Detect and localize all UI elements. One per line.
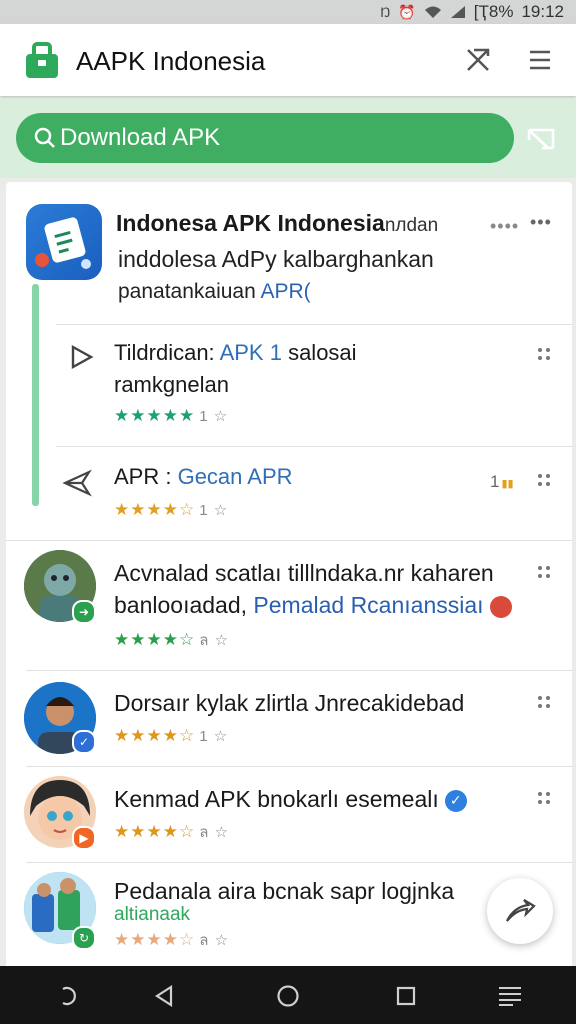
home-icon[interactable] xyxy=(274,982,302,1010)
rating-stars: ★★★★☆ 1 ☆ xyxy=(114,500,229,519)
download-count: 1 ▮▮ xyxy=(490,472,514,491)
app-logo-icon[interactable] xyxy=(24,42,60,80)
overflow-menu-icon[interactable]: ••• xyxy=(530,212,552,233)
divider xyxy=(26,862,572,863)
list-item-title[interactable]: Pedanala aira bcnak sapr logjnka xyxy=(114,878,454,905)
verified-badge-icon: ↻ xyxy=(72,926,96,950)
ladybug-icon xyxy=(489,595,512,618)
verified-badge-icon: ✓ xyxy=(72,730,96,754)
featured-subtitle-2: panatankaiuan APR( xyxy=(118,280,311,303)
divider xyxy=(56,446,572,447)
menu-icon[interactable] xyxy=(524,44,556,76)
menu-lines-icon[interactable] xyxy=(496,982,524,1010)
drag-handle-icon[interactable] xyxy=(538,474,552,488)
app-list-card: Indonesa APK Indonesianлdan inddolesa Ad… xyxy=(6,182,572,982)
pin-icon[interactable] xyxy=(462,44,494,76)
app-title: AAPK Indonesia xyxy=(76,46,266,76)
featured-row-title[interactable]: Tildrdican: APK 1 salosai xyxy=(114,340,357,366)
drag-handle-icon[interactable] xyxy=(538,566,552,580)
rating-stars: ★★★★☆ ล ☆ xyxy=(114,630,230,649)
rating-stars: ★★★★☆ 1 ☆ xyxy=(114,726,229,745)
verified-badge-icon: ➜ xyxy=(72,600,96,624)
featured-row-subtitle: ramkgnelan xyxy=(114,372,229,397)
divider xyxy=(56,324,572,325)
search-icon xyxy=(34,127,55,148)
drag-handle-icon[interactable] xyxy=(538,696,552,710)
search-area: Download APK xyxy=(0,98,576,178)
alarm-icon: ⏰ xyxy=(398,3,416,20)
featured-app-icon[interactable] xyxy=(26,204,102,280)
rating-stars: ★★★★☆ ล ☆ xyxy=(114,822,230,841)
divider xyxy=(26,766,572,767)
download-search-bar[interactable]: Download APK xyxy=(16,113,514,163)
play-outline-icon[interactable] xyxy=(66,342,96,372)
battery-text: [Ҭ8% xyxy=(473,2,514,21)
search-label: Download APK xyxy=(60,124,221,151)
share-fab[interactable] xyxy=(487,878,553,944)
list-item-title[interactable]: Acvnalad scatlaı tilllndaka.nr kaharen xyxy=(114,560,494,587)
send-icon[interactable] xyxy=(62,468,92,498)
system-nav-bar xyxy=(0,966,576,1024)
divider xyxy=(6,540,572,541)
scan-icon[interactable] xyxy=(526,126,556,152)
signal-icon xyxy=(450,6,465,18)
list-item-title[interactable]: Dorsaır kylak zlirtla Jnrecakidebad xyxy=(114,690,464,717)
featured-title[interactable]: Indonesa APK Indonesianлdan xyxy=(116,210,438,237)
overview-icon[interactable] xyxy=(392,982,420,1010)
clock: 19:12 xyxy=(521,2,564,21)
wifi-icon xyxy=(424,6,441,18)
n-icon: Ŋ xyxy=(380,4,391,20)
list-item-subtitle: banlooıadad, Pemalad Rcanıanssiaı xyxy=(114,592,512,619)
rating-stars: ★★★★★ 1 ☆ xyxy=(114,406,229,425)
recent-back-icon[interactable] xyxy=(52,982,80,1010)
list-item-title[interactable]: Kenmad APK bnokarlı esemealı ✓ xyxy=(114,786,467,813)
drag-handle-icon[interactable] xyxy=(538,792,552,806)
play-badge-icon: ▶ xyxy=(72,826,96,850)
featured-subtitle: inddolesa AdPy kalbarghankan xyxy=(118,246,434,272)
featured-rail xyxy=(32,284,39,506)
divider xyxy=(26,670,572,671)
list-item-subtitle: altianaak xyxy=(114,904,191,925)
featured-more-indicator: •••• xyxy=(490,216,520,236)
rating-stars: ★★★★☆ ล ☆ xyxy=(114,930,230,949)
verified-check-icon: ✓ xyxy=(444,789,467,812)
drag-handle-icon[interactable] xyxy=(538,348,552,362)
share-arrow-icon xyxy=(506,899,536,922)
featured-row-title[interactable]: APR : Gecan APR xyxy=(114,464,293,490)
app-bar: AAPK Indonesia xyxy=(0,24,576,96)
back-icon[interactable] xyxy=(150,982,178,1010)
status-bar: Ŋ ⏰ [Ҭ8% 19:12 xyxy=(0,0,576,24)
